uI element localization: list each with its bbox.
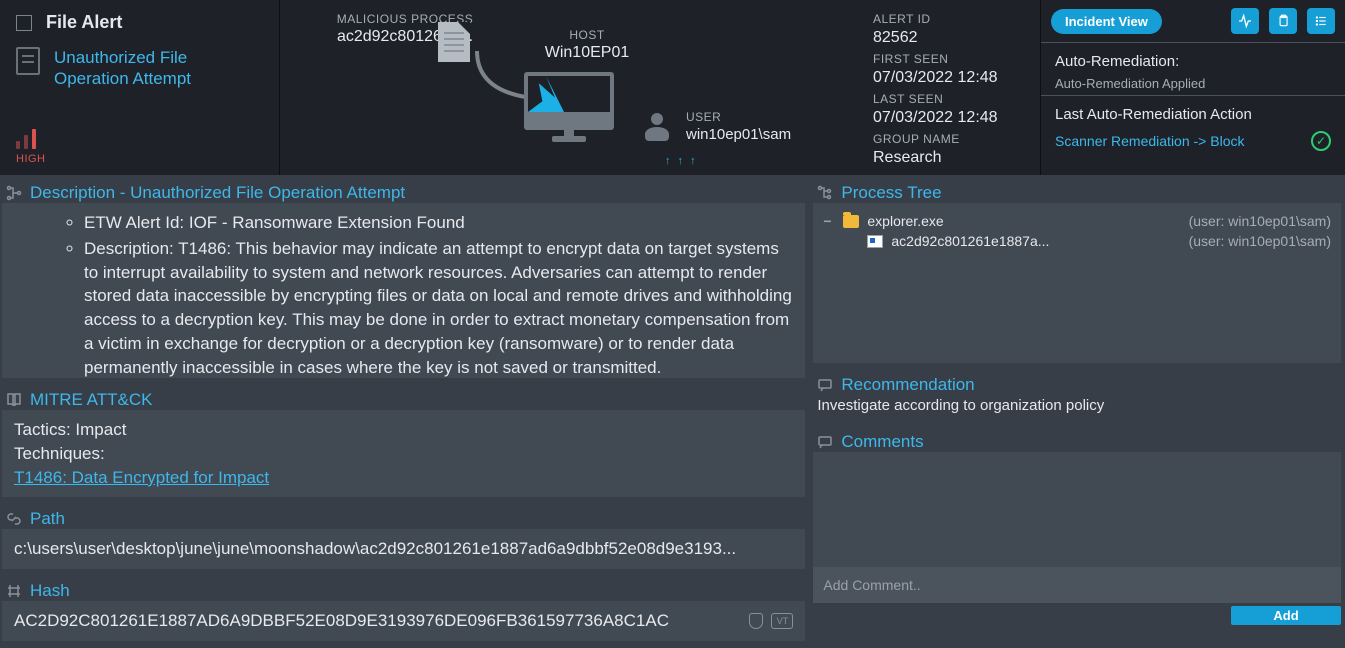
group-name-label: GROUP NAME [873,132,1032,146]
process-tree-heading: Process Tree [841,183,941,203]
tree-icon [6,185,22,201]
link-icon [6,511,22,527]
alert-name[interactable]: Unauthorized File Operation Attempt [54,47,263,90]
recommendation-text: Investigate according to organization po… [813,395,1341,420]
malicious-process-value: ac2d92c801261e... [300,28,510,46]
description-bullet: ETW Alert Id: IOF - Ransomware Extension… [84,211,793,235]
file-icon [438,22,470,62]
header: File Alert Unauthorized File Operation A… [0,0,1345,175]
user-icon [642,113,672,143]
list-icon-button[interactable] [1307,8,1335,34]
comments-body [813,452,1341,567]
shield-icon[interactable] [749,613,763,629]
path-value: c:\users\user\desktop\june\june\moonshad… [14,537,793,561]
last-seen-value: 07/03/2022 12:48 [873,109,1032,127]
process-tree-panel: − explorer.exe (user: win10ep01\sam) ac2… [813,203,1341,363]
network-arrows-icon: ↑ ↑ ↑ [665,155,698,167]
comments-icon [817,434,833,450]
mitre-panel: Tactics: Impact Techniques: T1486: Data … [2,410,805,497]
check-circle-icon: ✓ [1311,131,1331,151]
user-label: USER [686,110,791,124]
comments-heading: Comments [841,432,923,452]
left-column: Description - Unauthorized File Operatio… [2,179,805,648]
add-comment-button[interactable]: Add [1231,606,1341,625]
auto-remediation-status: Auto-Remediation Applied [1055,76,1205,91]
process-tree-icon [817,185,833,201]
header-left: File Alert Unauthorized File Operation A… [0,0,280,175]
mitre-heading: MITRE ATT&CK [30,390,152,410]
virustotal-badge[interactable]: VT [771,613,793,629]
recommendation-heading: Recommendation [841,375,974,395]
description-bullet: Description: T1486: This behavior may in… [84,237,793,378]
mitre-techniques-label: Techniques: [14,442,793,466]
auto-remediation-title: Auto-Remediation: [1055,53,1179,70]
severity-bars-icon [16,129,36,149]
host-label: HOST [522,28,652,42]
description-heading: Description - Unauthorized File Operatio… [30,183,405,203]
incident-view-button[interactable]: Incident View [1051,9,1162,34]
folder-icon [843,215,859,228]
header-actions: Incident View Auto-Remediation: Auto-Rem… [1040,0,1345,175]
path-panel: c:\users\user\desktop\june\june\moonshad… [2,529,805,569]
exe-icon [867,235,883,248]
right-column: Process Tree − explorer.exe (user: win10… [813,179,1341,648]
tree-node-user: (user: win10ep01\sam) [1189,213,1331,229]
group-name-value: Research [873,149,1032,167]
first-seen-value: 07/03/2022 12:48 [873,69,1032,87]
main: Description - Unauthorized File Operatio… [0,175,1345,648]
hash-icon [6,583,22,599]
description-panel: ETW Alert Id: IOF - Ransomware Extension… [2,203,805,378]
tree-node-name: ac2d92c801261e1887a... [891,233,1049,249]
activity-icon-button[interactable] [1231,8,1259,34]
alert-id-label: ALERT ID [873,12,1032,26]
mitre-tactics-value: Impact [75,420,126,439]
path-heading: Path [30,509,65,529]
first-seen-label: FIRST SEEN [873,52,1032,66]
severity-indicator: HIGH [16,129,263,165]
last-seen-label: LAST SEEN [873,92,1032,106]
tree-row[interactable]: − explorer.exe (user: win10ep01\sam) [823,211,1331,231]
header-diagram: MALICIOUS PROCESS ac2d92c801261e... HOST… [280,0,865,175]
hash-value: AC2D92C801261E1887AD6A9DBBF52E08D9E31939… [14,609,741,633]
comment-input[interactable] [813,567,1341,603]
mitre-technique-link[interactable]: T1486: Data Encrypted for Impact [14,468,269,487]
malicious-process-label: MALICIOUS PROCESS [300,12,510,26]
header-meta: ALERT ID 82562 FIRST SEEN 07/03/2022 12:… [865,0,1040,175]
book-icon [6,392,22,408]
alert-id-value: 82562 [873,29,1032,47]
document-icon [16,47,40,75]
hash-heading: Hash [30,581,70,601]
alert-checkbox[interactable] [16,15,32,31]
tree-node-name: explorer.exe [867,213,943,229]
clipboard-icon-button[interactable] [1269,8,1297,34]
tree-node-user: (user: win10ep01\sam) [1189,233,1331,249]
host-value: Win10EP01 [522,44,652,62]
host-icon [524,72,614,130]
recommendation-icon [817,377,833,393]
last-action-title: Last Auto-Remediation Action [1055,106,1331,123]
user-value: win10ep01\sam [686,126,791,143]
hash-panel: AC2D92C801261E1887AD6A9DBBF52E08D9E31939… [2,601,805,641]
mitre-tactics-label: Tactics: [14,420,71,439]
tree-row[interactable]: ac2d92c801261e1887a... (user: win10ep01\… [823,231,1331,251]
last-action-link[interactable]: Scanner Remediation -> Block [1055,133,1245,149]
tree-collapse-icon[interactable]: − [823,213,835,229]
page-title: File Alert [46,12,122,33]
severity-label: HIGH [16,153,46,165]
